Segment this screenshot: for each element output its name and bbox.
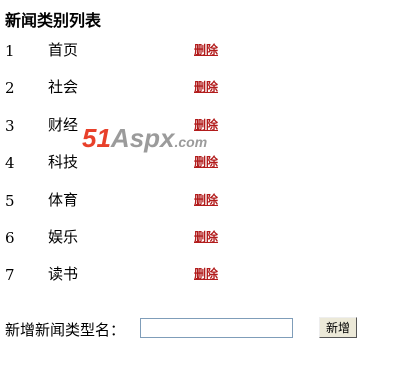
category-row: 7 读书 删除 [0,262,260,299]
row-number: 5 [5,191,15,210]
category-name: 体育 [48,190,79,209]
delete-link[interactable]: 删除 [194,266,218,282]
category-name: 科技 [48,153,79,172]
category-name: 首页 [48,41,79,59]
row-number: 6 [5,228,15,247]
category-name: 读书 [48,265,79,284]
row-number: 1 [5,42,15,60]
delete-link[interactable]: 删除 [194,79,218,95]
watermark-logo: 51Aspx.com [82,124,207,157]
watermark-number: 51 [82,123,111,153]
category-name-input[interactable] [140,318,293,338]
delete-link[interactable]: 删除 [194,229,218,245]
row-number: 7 [5,266,15,285]
category-name: 财经 [48,115,79,134]
add-category-label: 新增新闻类型名： [5,321,126,339]
add-category-button[interactable]: 新增 [319,317,357,338]
category-row: 1 首页 删除 [0,38,260,75]
category-name: 社会 [48,78,79,97]
row-number: 3 [5,116,15,135]
row-number: 4 [5,154,15,173]
category-row: 6 娱乐 删除 [0,225,260,262]
row-number: 2 [5,79,15,98]
category-row: 2 社会 删除 [0,75,260,112]
page-title: 新闻类别列表 [5,11,102,30]
category-list: 1 首页 删除 2 社会 删除 3 财经 删除 4 科技 删除 5 体育 删除 … [0,38,260,300]
category-name: 娱乐 [48,227,79,246]
watermark-domain: .com [174,134,208,150]
delete-link[interactable]: 删除 [194,42,218,58]
category-row: 5 体育 删除 [0,188,260,225]
watermark-name: Aspx [110,123,175,153]
delete-link[interactable]: 删除 [194,192,218,208]
